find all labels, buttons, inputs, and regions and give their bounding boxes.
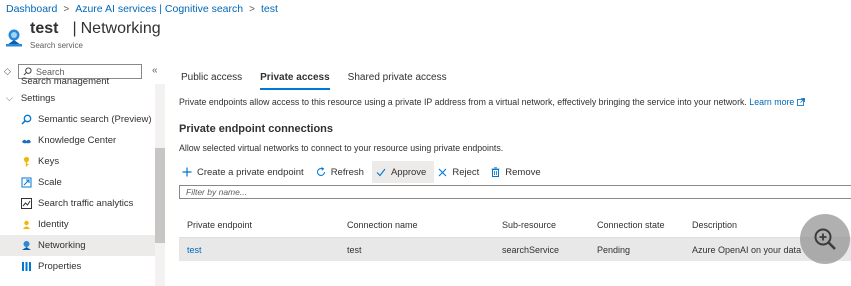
plus-icon — [182, 167, 192, 177]
sidebar-item-label: Networking — [38, 240, 86, 251]
breadcrumb-cognitive-search[interactable]: Azure AI services | Cognitive search — [75, 3, 243, 15]
title-separator: | — [72, 20, 77, 37]
identity-icon — [21, 219, 32, 230]
sidebar-group-settings[interactable]: ⌵ Settings — [0, 88, 155, 109]
zoom-in-button[interactable] — [800, 214, 850, 264]
chevron-right-icon: > — [63, 3, 70, 15]
external-link-icon — [796, 98, 805, 106]
chevron-down-icon: ⌵ — [6, 93, 13, 103]
breadcrumb-dashboard[interactable]: Dashboard — [6, 3, 57, 15]
sidebar-item-label: Semantic search (Preview) — [38, 114, 152, 125]
approve-button[interactable]: Approve — [371, 161, 435, 183]
sidebar-item-label: Identity — [38, 219, 69, 230]
filter-placeholder: Filter by name... — [186, 187, 247, 197]
sidebar-item-label: Properties — [38, 261, 82, 272]
breadcrumb-test[interactable]: test — [261, 3, 278, 15]
sidebar-item-search-traffic-analytics[interactable]: Search traffic analytics — [0, 193, 155, 214]
sidebar-item-knowledge-center[interactable]: Knowledge Center — [0, 130, 155, 151]
private-endpoint-table: Private endpoint Connection name Sub-res… — [179, 212, 851, 261]
sidebar-item-semantic-search[interactable]: Semantic search (Preview) — [0, 109, 155, 130]
column-header-connection-name[interactable]: Connection name — [339, 220, 494, 230]
checkmark-icon — [376, 167, 386, 177]
sidebar-item-scale[interactable]: Scale — [0, 172, 155, 193]
breadcrumb: Dashboard > Azure AI services | Cognitiv… — [6, 3, 278, 15]
properties-icon — [21, 261, 32, 272]
semantic-search-icon — [21, 114, 32, 125]
scale-icon — [21, 177, 32, 188]
sidebar-item-label: Scale — [38, 177, 62, 188]
refresh-icon — [316, 167, 326, 177]
tab-bar: Public access Private access Shared priv… — [181, 72, 465, 90]
connection-state-cell: Pending — [597, 244, 631, 255]
column-header-sub-resource[interactable]: Sub-resource — [494, 220, 589, 230]
sidebar-scrollbar[interactable] — [155, 84, 165, 286]
section-title: Private endpoint connections — [179, 123, 334, 135]
search-placeholder: Search — [36, 66, 65, 77]
sidebar-item-label: Search traffic analytics — [38, 198, 134, 209]
column-header-private-endpoint[interactable]: Private endpoint — [179, 220, 339, 230]
networking-icon — [21, 240, 32, 251]
search-service-icon — [4, 28, 24, 48]
key-icon — [21, 156, 32, 167]
trash-icon — [491, 167, 500, 177]
remove-button[interactable]: Remove — [487, 161, 548, 183]
table-header: Private endpoint Connection name Sub-res… — [179, 212, 851, 238]
zoom-in-icon — [814, 228, 836, 250]
connection-name-cell: test — [347, 244, 362, 255]
description-text: Private endpoints allow access to this r… — [179, 97, 747, 107]
sidebar-item-label: Search management — [21, 76, 110, 87]
page-description: Private endpoints allow access to this r… — [179, 97, 805, 107]
scrollbar-thumb[interactable] — [155, 148, 165, 243]
tab-shared-private-access[interactable]: Shared private access — [348, 72, 447, 90]
collapse-sidebar-button[interactable]: « — [152, 65, 158, 76]
page-header: test | Networking Search service — [4, 20, 161, 50]
sidebar-group-label: Settings — [20, 93, 56, 104]
search-icon — [23, 67, 32, 76]
page-title: Networking — [80, 20, 161, 37]
section-description: Allow selected virtual networks to conne… — [179, 143, 504, 153]
private-endpoint-link[interactable]: test — [179, 245, 339, 255]
sidebar-item-label: Knowledge Center — [38, 135, 117, 146]
table-row[interactable]: test test searchService Pending Azure Op… — [179, 238, 851, 261]
sidebar-item-networking[interactable]: Networking — [0, 235, 155, 256]
learn-more-link[interactable]: Learn more — [749, 97, 805, 107]
sub-resource-cell: searchService — [502, 244, 560, 255]
sidebar: ◇ Search « Search management ⌵ Settings … — [0, 62, 166, 286]
resource-type: Search service — [30, 41, 83, 50]
tab-private-access[interactable]: Private access — [260, 72, 330, 90]
sidebar-item-keys[interactable]: Keys — [0, 151, 155, 172]
refresh-button[interactable]: Refresh — [312, 161, 372, 183]
filter-by-name-input[interactable]: Filter by name... — [179, 185, 851, 199]
sidebar-item-label: Keys — [38, 156, 60, 167]
sidebar-item-search-management[interactable]: Search management — [0, 76, 155, 88]
tab-public-access[interactable]: Public access — [181, 72, 242, 90]
resource-name: test — [30, 20, 59, 37]
column-header-connection-state[interactable]: Connection state — [589, 220, 684, 230]
close-icon — [438, 168, 447, 177]
sidebar-nav: Search management ⌵ Settings Semantic se… — [0, 76, 155, 277]
sidebar-item-identity[interactable]: Identity — [0, 214, 155, 235]
sidebar-item-properties[interactable]: Properties — [0, 256, 155, 277]
create-private-endpoint-button[interactable]: Create a private endpoint — [178, 161, 312, 183]
knowledge-center-icon — [21, 135, 32, 146]
chevron-right-icon: > — [249, 3, 255, 15]
command-bar: Create a private endpoint Refresh Approv… — [178, 161, 549, 183]
reject-button[interactable]: Reject — [434, 161, 487, 183]
analytics-icon — [21, 198, 32, 209]
